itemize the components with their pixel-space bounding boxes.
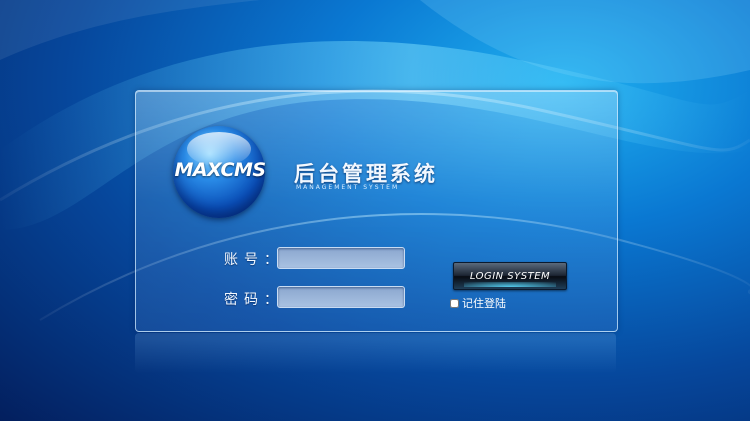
panel-reflection — [135, 333, 616, 373]
account-input[interactable] — [277, 247, 405, 269]
remember-login[interactable]: 记住登陆 — [450, 295, 506, 311]
account-label: 账号： — [224, 252, 284, 268]
logo-text: MAXCMS — [174, 159, 266, 181]
remember-label: 记住登陆 — [462, 297, 506, 310]
remember-checkbox[interactable] — [450, 298, 459, 308]
system-subtitle: MANAGEMENT SYSTEM — [296, 184, 400, 191]
password-input[interactable] — [277, 286, 405, 308]
password-label: 密码： — [224, 292, 284, 308]
login-button[interactable]: LOGIN SYSTEM — [453, 262, 567, 290]
login-panel: MAXCMS 后台管理系统 MANAGEMENT SYSTEM 账号： 密码： … — [135, 90, 618, 332]
